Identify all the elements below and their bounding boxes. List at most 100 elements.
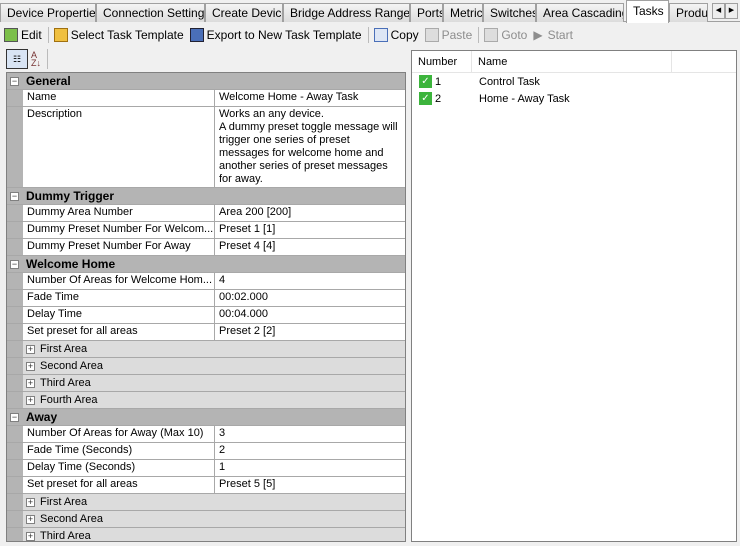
expand-icon[interactable]: +	[26, 344, 35, 354]
separator	[47, 49, 48, 69]
expand-icon[interactable]: +	[26, 497, 35, 507]
property-value[interactable]: Preset 4 [4]	[215, 239, 405, 255]
expandable-row[interactable]: + First Area	[7, 494, 405, 511]
copy-button[interactable]: Copy	[373, 28, 419, 42]
property-value[interactable]: 00:02.000	[215, 290, 405, 306]
paste-label: Paste	[441, 28, 473, 42]
property-label: Dummy Area Number	[23, 205, 215, 221]
tab-tasks[interactable]: Tasks	[626, 0, 669, 23]
property-row[interactable]: Number Of Areas for Away (Max 10) 3	[7, 426, 405, 443]
expandable-row[interactable]: + Second Area	[7, 511, 405, 528]
edit-button[interactable]: Edit	[4, 28, 42, 42]
export-label: Export to New Task Template	[206, 28, 362, 42]
category-row[interactable]: − Away	[7, 409, 405, 426]
expand-icon[interactable]: +	[26, 395, 35, 405]
property-label: Name	[23, 90, 215, 106]
expandable-row[interactable]: + Third Area	[7, 528, 405, 541]
save-icon	[189, 28, 204, 42]
property-row[interactable]: Number Of Areas for Welcome Hom... 4	[7, 273, 405, 290]
tab-metrics[interactable]: Metrics	[443, 3, 483, 22]
start-button[interactable]: ▶ Start	[533, 28, 573, 42]
tab-bridge-address-ranges[interactable]: Bridge Address Ranges	[283, 3, 410, 22]
sort-alphabetical-button[interactable]: A Z↓	[31, 51, 47, 68]
property-label: Set preset for all areas	[23, 477, 215, 493]
expand-icon[interactable]: +	[26, 361, 35, 371]
property-value[interactable]: Welcome Home - Away Task	[215, 90, 405, 106]
property-value[interactable]: 2	[215, 443, 405, 459]
property-value[interactable]: 3	[215, 426, 405, 442]
list-item[interactable]: ✓ 2 Home - Away Task	[412, 90, 736, 107]
category-label: Away	[26, 410, 58, 424]
expandable-row[interactable]: + First Area	[7, 341, 405, 358]
expandable-row[interactable]: + Second Area	[7, 358, 405, 375]
categorized-view-button[interactable]: ☷	[6, 49, 28, 69]
subgroup-label: First Area	[40, 343, 88, 355]
subgroup-label: Fourth Area	[40, 394, 98, 406]
paste-icon	[424, 28, 439, 42]
separator	[47, 27, 49, 43]
scroll-right-icon[interactable]: ▶	[725, 3, 738, 19]
toolbar: Edit Select Task Template Export to New …	[4, 24, 579, 46]
property-label: Description	[23, 107, 215, 187]
property-row[interactable]: Description Works an any device. A dummy …	[7, 107, 405, 188]
property-row[interactable]: Set preset for all areas Preset 2 [2]	[7, 324, 405, 341]
paste-button[interactable]: Paste	[424, 28, 473, 42]
expandable-row[interactable]: + Third Area	[7, 375, 405, 392]
expandable-row[interactable]: + Fourth Area	[7, 392, 405, 409]
subgroup-label: First Area	[40, 496, 88, 508]
tab-create-device[interactable]: Create Device	[205, 3, 283, 22]
property-value[interactable]: Works an any device. A dummy preset togg…	[215, 107, 405, 187]
property-row[interactable]: Name Welcome Home - Away Task	[7, 90, 405, 107]
expand-icon[interactable]: +	[26, 514, 35, 524]
property-row[interactable]: Dummy Preset Number For Away Preset 4 [4]	[7, 239, 405, 256]
category-row[interactable]: − General	[7, 73, 405, 90]
property-row[interactable]: Fade Time 00:02.000	[7, 290, 405, 307]
start-label: Start	[547, 28, 573, 42]
collapse-icon[interactable]: −	[10, 413, 19, 422]
collapse-icon[interactable]: −	[10, 260, 19, 269]
folder-icon	[53, 28, 68, 42]
tab-produc[interactable]: Produc	[669, 3, 708, 22]
tab-switches[interactable]: Switches	[483, 3, 536, 22]
property-value[interactable]: 4	[215, 273, 405, 289]
export-template-button[interactable]: Export to New Task Template	[189, 28, 362, 42]
column-header-name[interactable]: Name	[472, 51, 672, 72]
property-label: Delay Time (Seconds)	[23, 460, 215, 476]
tab-ports[interactable]: Ports	[410, 3, 443, 22]
property-row[interactable]: Fade Time (Seconds) 2	[7, 443, 405, 460]
list-item[interactable]: ✓ 1 Control Task	[412, 73, 736, 90]
property-value[interactable]: Preset 1 [1]	[215, 222, 405, 238]
property-value[interactable]: 1	[215, 460, 405, 476]
property-value[interactable]: Preset 2 [2]	[215, 324, 405, 340]
separator	[478, 27, 480, 43]
tab-connection-settings[interactable]: Connection Settings	[96, 3, 205, 22]
property-row[interactable]: Delay Time (Seconds) 1	[7, 460, 405, 477]
property-row[interactable]: Set preset for all areas Preset 5 [5]	[7, 477, 405, 494]
property-value[interactable]: Area 200 [200]	[215, 205, 405, 221]
column-header-number[interactable]: Number	[412, 51, 472, 72]
edit-icon	[4, 28, 18, 42]
select-task-template-button[interactable]: Select Task Template	[53, 28, 184, 42]
property-row[interactable]: Dummy Area Number Area 200 [200]	[7, 205, 405, 222]
scroll-left-icon[interactable]: ◀	[712, 3, 725, 19]
collapse-icon[interactable]: −	[10, 77, 19, 86]
task-number: 1	[435, 75, 442, 88]
expand-icon[interactable]: +	[26, 531, 35, 541]
category-label: General	[26, 74, 71, 88]
property-value[interactable]: Preset 5 [5]	[215, 477, 405, 493]
property-label: Dummy Preset Number For Away	[23, 239, 215, 255]
tab-area-cascading[interactable]: Area Cascading	[536, 3, 624, 22]
property-value[interactable]: 00:04.000	[215, 307, 405, 323]
category-row[interactable]: − Welcome Home	[7, 256, 405, 273]
property-label: Delay Time	[23, 307, 215, 323]
task-name: Home - Away Task	[479, 92, 570, 105]
category-row[interactable]: − Dummy Trigger	[7, 188, 405, 205]
copy-icon	[373, 28, 388, 42]
property-grid: − General Name Welcome Home - Away Task Desc…	[6, 72, 406, 542]
property-row[interactable]: Dummy Preset Number For Welcom... Preset …	[7, 222, 405, 239]
tab-device-properties[interactable]: Device Properties	[0, 3, 96, 22]
goto-button[interactable]: Goto	[484, 28, 527, 42]
property-row[interactable]: Delay Time 00:04.000	[7, 307, 405, 324]
collapse-icon[interactable]: −	[10, 192, 19, 201]
expand-icon[interactable]: +	[26, 378, 35, 388]
